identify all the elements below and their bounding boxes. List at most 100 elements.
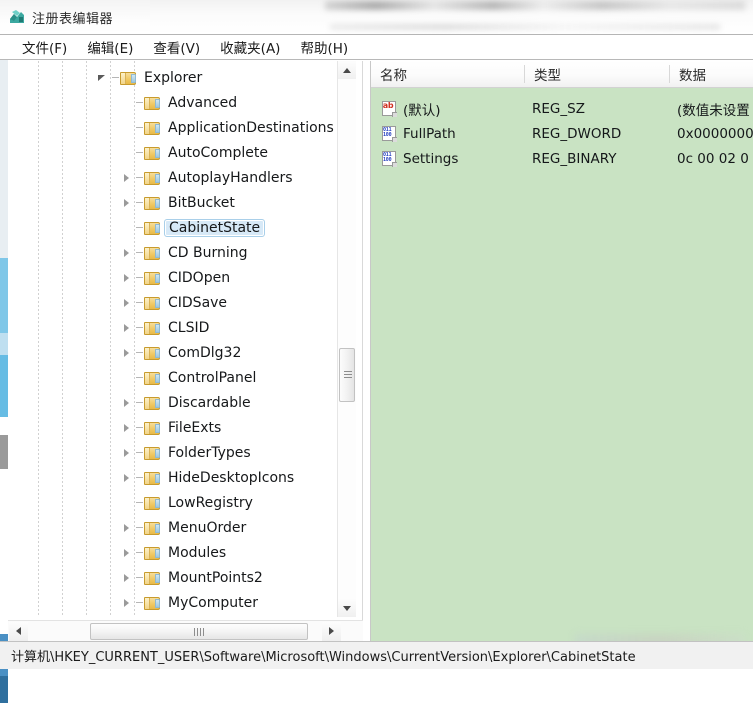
tree-item-advanced[interactable]: Advanced <box>8 90 338 115</box>
window-title: 注册表编辑器 <box>32 8 113 27</box>
tree-item-explorer[interactable]: Explorer <box>8 65 338 90</box>
chevron-right-icon[interactable] <box>120 390 136 415</box>
tree-item-label: ControlPanel <box>166 370 258 386</box>
column-header-type[interactable]: 类型 <box>525 61 670 87</box>
chevron-right-icon[interactable] <box>120 440 136 465</box>
menu-favorites[interactable]: 收藏夹(A) <box>210 35 290 59</box>
folder-icon <box>144 121 161 135</box>
tree-hscrollbar-thumb[interactable] <box>90 623 308 640</box>
folder-icon <box>144 521 161 535</box>
menu-view[interactable]: 查看(V) <box>143 35 210 59</box>
tree-scrollbar-thumb[interactable] <box>339 348 355 402</box>
tree-item-label: LowRegistry <box>166 495 255 511</box>
tree-item-discardable[interactable]: Discardable <box>8 390 338 415</box>
folder-icon <box>144 271 161 285</box>
tree-item-label: MountPoints2 <box>166 570 265 586</box>
tree-connector-line <box>136 302 143 303</box>
tree-item-modules[interactable]: Modules <box>8 540 338 565</box>
background-smudge <box>325 1 745 10</box>
chevron-right-icon[interactable] <box>120 290 136 315</box>
chevron-right-icon[interactable] <box>120 590 136 615</box>
cell-value-name: Settings <box>403 151 458 167</box>
column-header-data[interactable]: 数据 <box>670 61 753 87</box>
tree-item-autocomplete[interactable]: AutoComplete <box>8 140 338 165</box>
tree-item-label: CabinetState <box>164 219 265 237</box>
tree-horizontal-scrollbar[interactable] <box>8 620 363 641</box>
tree-item-bitbucket[interactable]: BitBucket <box>8 190 338 215</box>
table-row[interactable]: ab(默认)REG_SZ(数值未设置 <box>371 96 753 121</box>
tree-connector-line <box>136 352 143 353</box>
chevron-right-icon[interactable] <box>120 315 136 340</box>
scroll-right-button[interactable] <box>322 622 341 641</box>
tree-connector-line <box>136 377 143 378</box>
chevron-right-icon[interactable] <box>120 265 136 290</box>
registry-editor-icon <box>8 8 26 26</box>
chevron-right-icon[interactable] <box>120 565 136 590</box>
table-row[interactable]: 011100SettingsREG_BINARY0c 00 02 0 <box>371 146 753 171</box>
tree-item-lowregistry[interactable]: LowRegistry <box>8 490 338 515</box>
cell-value-data: 0c 00 02 0 <box>677 151 749 167</box>
folder-icon <box>144 496 161 510</box>
tree-item-autoplayhandlers[interactable]: AutoplayHandlers <box>8 165 338 190</box>
tree-item-fileexts[interactable]: FileExts <box>8 415 338 440</box>
tree-connector-line <box>112 77 119 78</box>
folder-icon <box>144 246 161 260</box>
column-header-name[interactable]: 名称 <box>371 61 524 87</box>
tree-item-label: CIDOpen <box>166 270 232 286</box>
chevron-right-icon[interactable] <box>120 515 136 540</box>
chevron-right-icon[interactable] <box>120 540 136 565</box>
cell-value-type: REG_BINARY <box>532 151 616 167</box>
chevron-right-icon[interactable] <box>120 190 136 215</box>
registry-tree-pane[interactable]: ExplorerAdvancedApplicationDestinationsA… <box>8 61 363 641</box>
tree-scroll-area: ExplorerAdvancedApplicationDestinationsA… <box>8 61 338 617</box>
tree-item-foldertypes[interactable]: FolderTypes <box>8 440 338 465</box>
string-value-icon: ab <box>381 101 397 117</box>
tree-item-hidedesktopicons[interactable]: HideDesktopIcons <box>8 465 338 490</box>
tree-item-cabinetstate[interactable]: CabinetState <box>8 215 338 240</box>
tree-item-cidopen[interactable]: CIDOpen <box>8 265 338 290</box>
menu-file[interactable]: 文件(F) <box>12 35 77 59</box>
scroll-left-button[interactable] <box>9 622 28 641</box>
chevron-down-icon[interactable] <box>96 65 112 90</box>
tree-item-clsid[interactable]: CLSID <box>8 315 338 340</box>
chevron-down-icon <box>343 606 351 611</box>
folder-icon <box>144 221 161 235</box>
tree-item-comdlg32[interactable]: ComDlg32 <box>8 340 338 365</box>
tree-item-mycomputer[interactable]: MyComputer <box>8 590 338 615</box>
tree-vertical-scrollbar[interactable] <box>337 61 356 617</box>
menu-help[interactable]: 帮助(H) <box>290 35 358 59</box>
tree-item-label: FileExts <box>166 420 223 436</box>
chevron-left-icon <box>16 627 21 635</box>
chevron-right-icon[interactable] <box>120 465 136 490</box>
tree-connector-line <box>136 427 143 428</box>
chevron-right-icon[interactable] <box>120 240 136 265</box>
scrollbar-grip-icon <box>344 371 352 380</box>
tree-item-mountpoints2[interactable]: MountPoints2 <box>8 565 338 590</box>
chevron-right-icon[interactable] <box>120 340 136 365</box>
tree-leaf-spacer <box>120 490 136 515</box>
tree-item-menuorder[interactable]: MenuOrder <box>8 515 338 540</box>
folder-icon <box>144 571 161 585</box>
folder-icon <box>144 371 161 385</box>
registry-values-pane[interactable]: 名称 类型 数据 ab(默认)REG_SZ(数值未设置011100FullPat… <box>370 61 753 641</box>
chevron-right-icon[interactable] <box>120 415 136 440</box>
tree-item-label: CIDSave <box>166 295 229 311</box>
scrollbar-grip-icon <box>194 628 204 636</box>
tree-item-cidsave[interactable]: CIDSave <box>8 290 338 315</box>
tree-item-cd-burning[interactable]: CD Burning <box>8 240 338 265</box>
scroll-down-button[interactable] <box>338 599 356 617</box>
folder-icon <box>144 146 161 160</box>
folder-icon <box>144 396 161 410</box>
list-column-header: 名称 类型 数据 <box>371 61 753 88</box>
table-row[interactable]: 011100FullPathREG_DWORD0x0000000 <box>371 121 753 146</box>
tree-item-label: Advanced <box>166 95 239 111</box>
tree-item-applicationdestinations[interactable]: ApplicationDestinations <box>8 115 338 140</box>
tree-connector-line <box>136 477 143 478</box>
menu-bar: 文件(F) 编辑(E) 查看(V) 收藏夹(A) 帮助(H) <box>0 34 753 60</box>
tree-item-controlpanel[interactable]: ControlPanel <box>8 365 338 390</box>
chevron-right-icon[interactable] <box>120 165 136 190</box>
folder-icon <box>120 71 137 85</box>
menu-edit[interactable]: 编辑(E) <box>77 35 143 59</box>
scroll-up-button[interactable] <box>338 61 356 79</box>
folder-icon <box>144 346 161 360</box>
